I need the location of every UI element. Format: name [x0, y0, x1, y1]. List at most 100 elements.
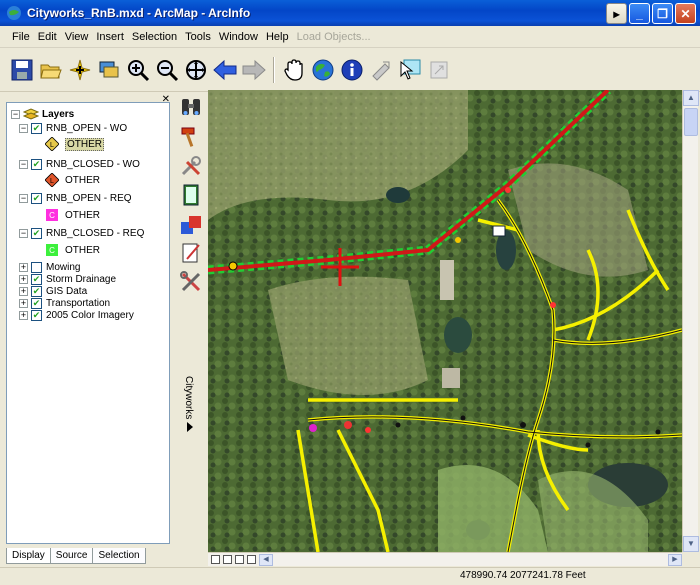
- cityworks-expand-arrow-icon[interactable]: [187, 422, 193, 432]
- layout-view-icon[interactable]: [223, 555, 232, 564]
- symbol-label: OTHER: [65, 174, 100, 186]
- layer-checkbox[interactable]: ✔: [31, 227, 42, 239]
- layers-stack-icon: [23, 108, 39, 120]
- expander-expand-icon[interactable]: +: [19, 286, 28, 296]
- map-horizontal-scrollbar[interactable]: ◀ ▶: [208, 552, 682, 566]
- restore-button[interactable]: ❐: [652, 3, 673, 24]
- menu-help[interactable]: Help: [262, 29, 293, 45]
- layer-name: RNB_CLOSED - WO: [46, 158, 140, 170]
- layer-checkbox[interactable]: ✔: [31, 309, 42, 321]
- fixed-zoom-icon: [186, 59, 206, 80]
- cityworks-workorder-button[interactable]: [178, 124, 204, 150]
- open-button[interactable]: [37, 55, 65, 85]
- menu-view[interactable]: View: [61, 29, 93, 45]
- fixed-zoom-button[interactable]: [182, 55, 210, 85]
- add-layer-button[interactable]: [95, 55, 123, 85]
- expander-collapse-icon[interactable]: −: [11, 109, 20, 119]
- pan-button[interactable]: [280, 55, 308, 85]
- edit-tool-button[interactable]: [367, 55, 395, 85]
- scroll-thumb[interactable]: [684, 108, 698, 136]
- cityworks-chart-button[interactable]: [178, 211, 204, 237]
- book-icon: [183, 184, 199, 206]
- scroll-left-icon[interactable]: ◀: [259, 553, 273, 566]
- layers-root[interactable]: − Layers: [11, 107, 74, 121]
- select-elements-icon: [400, 59, 421, 80]
- full-extent-button[interactable]: [309, 55, 337, 85]
- identify-button[interactable]: [338, 55, 366, 85]
- edit-list-icon: [182, 243, 200, 263]
- layer-checkbox[interactable]: ✔: [31, 158, 42, 170]
- symbol-label: OTHER: [65, 137, 104, 151]
- zoom-in-button[interactable]: [124, 55, 152, 85]
- cityworks-book-button[interactable]: [178, 182, 204, 208]
- layer-name: Mowing: [46, 261, 81, 273]
- cityworks-tools-button[interactable]: [178, 153, 204, 179]
- symbol-row-closed-wo[interactable]: L OTHER: [45, 173, 100, 187]
- tab-selection[interactable]: Selection: [92, 548, 146, 564]
- tab-display[interactable]: Display: [6, 548, 51, 564]
- layer-checkbox[interactable]: ✔: [31, 285, 42, 297]
- map-vertical-scrollbar[interactable]: ▲ ▼: [682, 90, 699, 552]
- toc-tabs: Display Source Selection: [6, 548, 146, 564]
- menu-file[interactable]: File: [8, 29, 34, 45]
- layer-color-imagery[interactable]: + ✔ 2005 Color Imagery: [19, 308, 134, 322]
- menu-insert[interactable]: Insert: [92, 29, 128, 45]
- expander-expand-icon[interactable]: +: [19, 274, 28, 284]
- layer-checkbox[interactable]: ✔: [31, 273, 42, 285]
- expander-collapse-icon[interactable]: −: [19, 228, 28, 238]
- layer-rnb-open-wo[interactable]: − ✔ RNB_OPEN - WO: [19, 121, 127, 135]
- scroll-down-icon[interactable]: ▼: [683, 536, 699, 552]
- expander-collapse-icon[interactable]: −: [19, 193, 28, 203]
- layer-checkbox[interactable]: [31, 261, 42, 273]
- cityworks-edit-button[interactable]: [178, 240, 204, 266]
- map-view[interactable]: [208, 90, 682, 552]
- expander-expand-icon[interactable]: +: [19, 262, 28, 272]
- expander-expand-icon[interactable]: +: [19, 298, 28, 308]
- menu-window[interactable]: Window: [215, 29, 262, 45]
- scroll-right-icon[interactable]: ▶: [668, 553, 682, 566]
- tab-source[interactable]: Source: [49, 548, 94, 564]
- layer-name: GIS Data: [46, 285, 88, 297]
- select-elements-button[interactable]: [396, 55, 424, 85]
- load-objects-menu: Load Objects...: [296, 30, 371, 43]
- minimize-button[interactable]: _: [629, 3, 650, 24]
- layer-rnb-closed-req[interactable]: − ✔ RNB_CLOSED - REQ: [19, 226, 144, 240]
- layer-rnb-closed-wo[interactable]: − ✔ RNB_CLOSED - WO: [19, 157, 140, 171]
- layer-checkbox[interactable]: ✔: [31, 122, 42, 134]
- disabled-tool-button: [425, 55, 453, 85]
- pause-draw-icon[interactable]: [247, 555, 256, 564]
- menu-tools[interactable]: Tools: [181, 29, 215, 45]
- expander-collapse-icon[interactable]: −: [19, 159, 28, 169]
- layer-checkbox[interactable]: ✔: [31, 192, 42, 204]
- add-data-icon: [69, 59, 91, 80]
- diamond-symbol-icon: L: [45, 173, 59, 187]
- refresh-icon[interactable]: [235, 555, 244, 564]
- scroll-up-icon[interactable]: ▲: [683, 90, 699, 106]
- zoom-out-button[interactable]: [153, 55, 181, 85]
- symbol-row-closed-req[interactable]: C OTHER: [45, 243, 100, 257]
- cityworks-maintenance-button[interactable]: [178, 269, 204, 295]
- arcmap-globe-icon: [7, 6, 21, 20]
- back-extent-button[interactable]: [211, 55, 239, 85]
- globe-full-extent-icon: [312, 59, 334, 80]
- data-view-icon[interactable]: [211, 555, 220, 564]
- symbol-row-open-wo[interactable]: L OTHER: [45, 137, 104, 151]
- expander-expand-icon[interactable]: +: [19, 310, 28, 320]
- close-button[interactable]: ✕: [675, 3, 696, 24]
- menu-edit[interactable]: Edit: [34, 29, 61, 45]
- forward-extent-button[interactable]: [240, 55, 268, 85]
- symbol-row-open-req[interactable]: C OTHER: [45, 208, 100, 222]
- open-icon: [40, 64, 62, 78]
- chart-icon: [181, 216, 201, 234]
- layer-checkbox[interactable]: ✔: [31, 297, 42, 309]
- menu-bar: File Edit View Insert Selection Tools Wi…: [0, 26, 700, 48]
- save-button[interactable]: [8, 55, 36, 85]
- layer-name: Storm Drainage: [46, 273, 117, 285]
- cityworks-search-button[interactable]: [178, 95, 204, 121]
- menu-selection[interactable]: Selection: [128, 29, 181, 45]
- expander-collapse-icon[interactable]: −: [19, 123, 28, 133]
- back-arrow-icon: [213, 59, 237, 80]
- add-data-button[interactable]: [66, 55, 94, 85]
- layer-rnb-open-req[interactable]: − ✔ RNB_OPEN - REQ: [19, 191, 132, 205]
- help-context-button[interactable]: ▸: [606, 3, 627, 24]
